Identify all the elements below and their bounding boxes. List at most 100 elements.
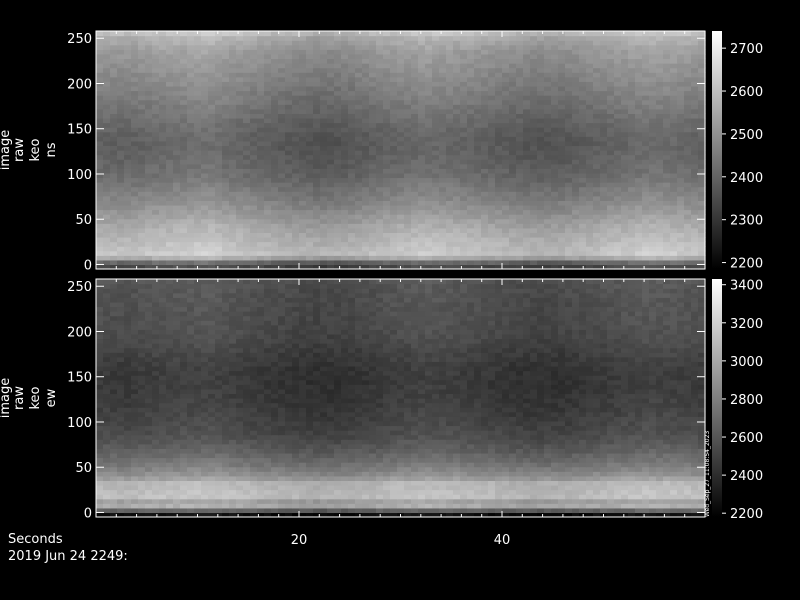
heatmap-cell (593, 140, 601, 147)
heatmap-cell (565, 507, 573, 514)
heatmap-cell (439, 104, 447, 110)
heatmap-cell (628, 163, 636, 169)
heatmap-cell (460, 85, 468, 92)
heatmap-cell (481, 168, 489, 174)
heatmap-cell (369, 150, 377, 156)
heatmap-cell (327, 191, 335, 197)
heatmap-cell (509, 63, 517, 69)
heatmap-cell (222, 191, 230, 197)
heatmap-cell (593, 49, 601, 55)
heatmap-cell (250, 232, 258, 238)
heatmap-cell (278, 63, 286, 69)
heatmap-cell (586, 127, 594, 133)
heatmap-cell (306, 507, 314, 514)
heatmap-cell (390, 95, 398, 101)
heatmap-cell (243, 236, 251, 243)
heatmap-cell (236, 117, 244, 124)
heatmap-cell (110, 163, 118, 169)
heatmap-cell (397, 95, 405, 101)
heatmap-cell (635, 195, 643, 201)
heatmap-cell (404, 40, 412, 46)
heatmap-cell (376, 232, 384, 238)
heatmap-cell (292, 58, 300, 64)
heatmap-cell (649, 108, 657, 114)
heatmap-cell (663, 113, 671, 119)
heatmap-cell (250, 108, 258, 114)
heatmap-cell (593, 209, 601, 215)
heatmap-cell (572, 145, 580, 151)
heatmap-cell (439, 227, 447, 233)
heatmap-cell (558, 99, 566, 105)
heatmap-cell (642, 246, 650, 252)
heatmap-cell (474, 99, 482, 105)
heatmap-cell (502, 507, 510, 514)
heatmap-cell (460, 99, 468, 105)
heatmap-cell (355, 95, 363, 101)
heatmap-cell (180, 223, 188, 229)
heatmap-cell (187, 150, 195, 156)
heatmap-cell (187, 145, 195, 151)
heatmap-cell (96, 232, 104, 238)
heatmap-cell (411, 182, 419, 188)
heatmap-cell (222, 140, 230, 147)
heatmap-cell (292, 154, 300, 160)
heatmap-cell (418, 31, 426, 37)
heatmap-cell (271, 131, 279, 137)
heatmap-cell (551, 195, 559, 201)
heatmap-cell (341, 172, 349, 179)
heatmap-cell (656, 44, 664, 50)
heatmap-cell (565, 127, 573, 133)
heatmap-cell (376, 145, 384, 151)
heatmap-cell (124, 136, 132, 142)
heatmap-cell (215, 31, 223, 37)
heatmap-cell (397, 85, 405, 92)
heatmap-cell (278, 159, 286, 165)
heatmap-cell (558, 113, 566, 119)
heatmap-cell (243, 108, 251, 114)
heatmap-cell (404, 172, 412, 179)
heatmap-cell (131, 131, 139, 137)
heatmap-cell (663, 218, 671, 224)
heatmap-cell (376, 182, 384, 188)
heatmap-cell (579, 67, 587, 73)
heatmap-cell (264, 223, 272, 229)
heatmap-cell (390, 195, 398, 201)
heatmap-cell (495, 200, 503, 206)
heatmap-cell (411, 72, 419, 78)
heatmap-cell (691, 63, 699, 69)
heatmap-cell (201, 117, 209, 124)
heatmap-cell (208, 236, 216, 243)
heatmap-cell (698, 104, 706, 110)
heatmap-cell (607, 236, 615, 243)
heatmap-cell (194, 58, 202, 64)
heatmap-cell (369, 131, 377, 137)
heatmap-cell (194, 232, 202, 238)
heatmap-cell (418, 63, 426, 69)
heatmap-cell (397, 177, 405, 183)
heatmap-cell (446, 72, 454, 78)
heatmap-cell (152, 72, 160, 78)
heatmap-cell (334, 117, 342, 124)
heatmap-cell (544, 81, 552, 87)
heatmap-cell (691, 44, 699, 50)
heatmap-cell (425, 104, 433, 110)
heatmap-cell (96, 131, 104, 137)
heatmap-cell (103, 227, 111, 233)
heatmap-cell (565, 95, 573, 101)
heatmap-cell (173, 168, 181, 174)
heatmap-cell (677, 209, 685, 215)
heatmap-cell (208, 127, 216, 133)
heatmap-cell (502, 113, 510, 119)
heatmap-cell (138, 76, 146, 82)
heatmap-cell (698, 209, 706, 215)
heatmap-cell (502, 85, 510, 92)
heatmap-cell (327, 227, 335, 233)
heatmap-cell (495, 72, 503, 78)
heatmap-cell (663, 191, 671, 197)
heatmap-cell (180, 35, 188, 41)
heatmap-cell (180, 40, 188, 46)
heatmap-cell (404, 81, 412, 87)
heatmap-cell (516, 214, 524, 220)
heatmap-cell (411, 31, 419, 37)
heatmap-cell (348, 53, 356, 60)
